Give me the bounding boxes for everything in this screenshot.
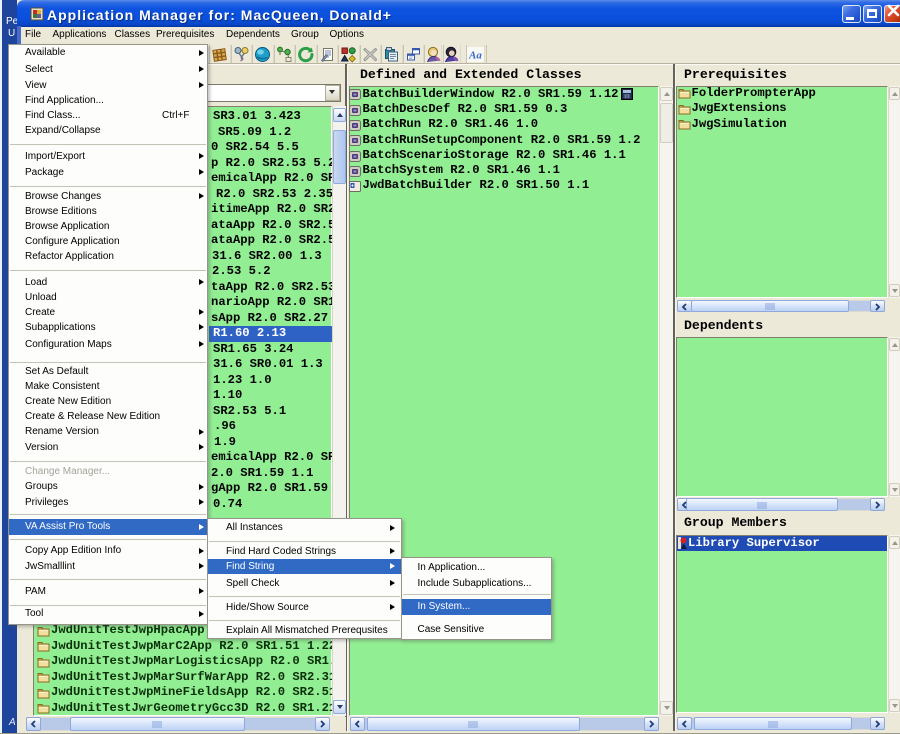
svg-text:Aa: Aa [468,50,482,62]
